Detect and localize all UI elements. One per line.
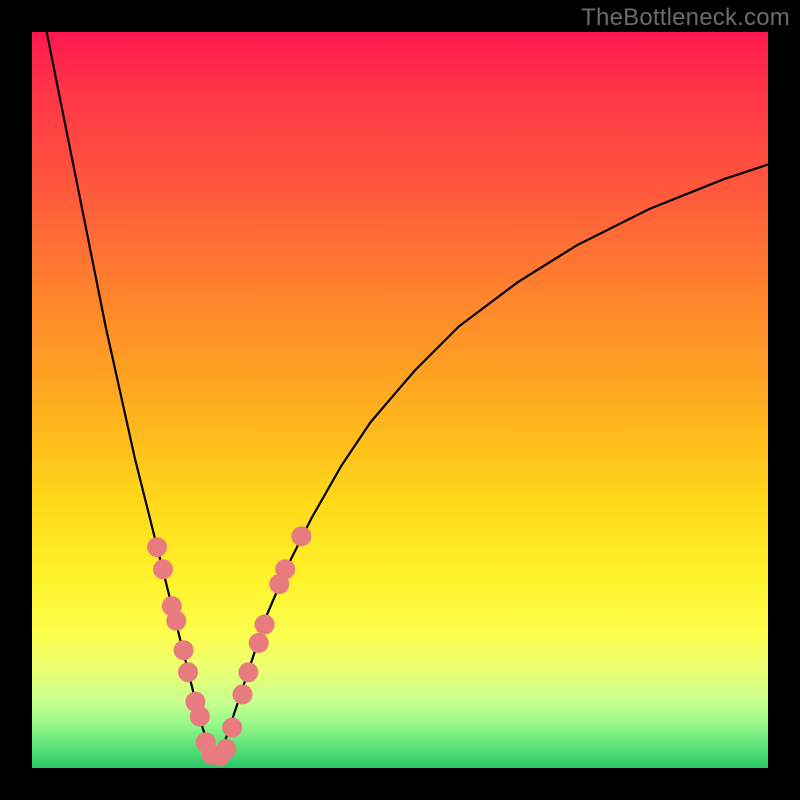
outer-frame: TheBottleneck.com xyxy=(0,0,800,800)
highlight-dot xyxy=(238,662,258,682)
highlight-dot xyxy=(174,640,194,660)
highlight-dot xyxy=(178,662,198,682)
highlight-dot xyxy=(190,707,210,727)
plot-area xyxy=(32,32,768,768)
chart-svg xyxy=(32,32,768,768)
highlight-dot xyxy=(153,559,173,579)
watermark-text: TheBottleneck.com xyxy=(581,4,790,32)
highlight-dot xyxy=(216,739,236,759)
highlight-dot xyxy=(233,684,253,704)
highlight-dot xyxy=(222,718,242,738)
curve-group xyxy=(47,32,768,761)
highlight-dot xyxy=(275,559,295,579)
right-branch-curve xyxy=(218,165,768,761)
highlight-dot xyxy=(291,526,311,546)
highlight-dot xyxy=(249,633,269,653)
highlight-dots xyxy=(147,526,311,766)
highlight-dot xyxy=(166,611,186,631)
highlight-dot xyxy=(255,615,275,635)
highlight-dot xyxy=(147,537,167,557)
